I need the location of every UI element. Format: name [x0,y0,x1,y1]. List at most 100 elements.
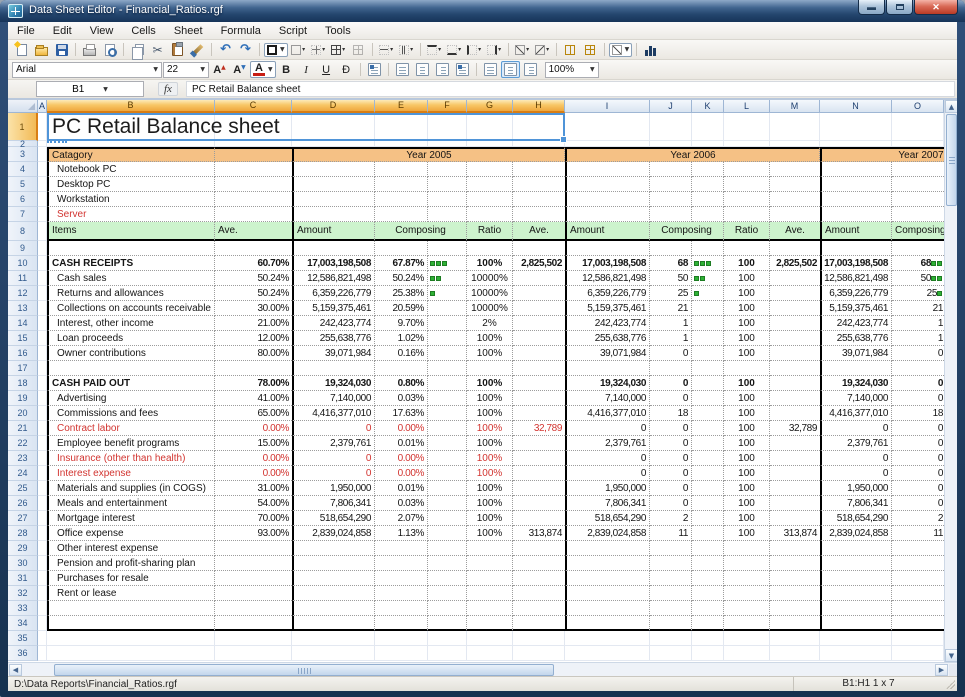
cell-K16[interactable] [692,346,724,361]
name-box[interactable]: B1▼ [36,81,144,97]
cell-J11[interactable]: 50 [650,271,692,286]
cell-F24[interactable] [428,466,467,481]
cell-L1[interactable] [724,113,770,141]
cell-I1[interactable] [565,113,650,141]
format-painter-button[interactable] [188,41,207,58]
cell-E9[interactable] [375,241,428,256]
cell-A30[interactable] [38,556,47,571]
cell-C13[interactable]: 30.00% [215,301,292,316]
cell-H20[interactable] [513,406,565,421]
cell-G5[interactable] [467,177,513,192]
cell-L27[interactable]: 100 [724,511,770,526]
cell-F31[interactable] [428,571,467,586]
cell-F16[interactable] [428,346,467,361]
cell-C36[interactable] [215,646,292,661]
band-year-2006[interactable]: Year 2006 [565,147,820,162]
cell-E19[interactable]: 0.03% [375,391,428,406]
row-header-19[interactable]: 19 [8,391,38,406]
cell-J19[interactable]: 0 [650,391,692,406]
cell-L16[interactable]: 100 [724,346,770,361]
cell-I16[interactable]: 39,071,984 [565,346,650,361]
row-header-7[interactable]: 7 [8,207,38,222]
cell-B12[interactable]: Returns and allowances [47,286,215,301]
cell-H12[interactable] [513,286,565,301]
border-cross-button[interactable]: ▾ [309,41,328,58]
align-justify-button[interactable] [453,61,472,78]
cell-K36[interactable] [692,646,724,661]
cell-A34[interactable] [38,616,47,631]
row-header-36[interactable]: 36 [8,646,38,661]
cell-B35[interactable] [47,631,215,646]
band-year-2005[interactable]: Year 2005 [292,147,565,162]
cell-C23[interactable]: 0.00% [215,451,292,466]
cell-F5[interactable] [428,177,467,192]
cell-I29[interactable] [565,541,650,556]
cell-N31[interactable] [820,571,892,586]
cell-N1[interactable] [820,113,892,141]
cell-H16[interactable] [513,346,565,361]
cell-E36[interactable] [375,646,428,661]
cell-M35[interactable] [770,631,820,646]
cell-M24[interactable] [770,466,820,481]
cell-N20[interactable]: 4,416,377,010 [820,406,892,421]
menu-view[interactable]: View [81,24,123,38]
cell-M16[interactable] [770,346,820,361]
cell-I31[interactable] [565,571,650,586]
cell-I11[interactable]: 12,586,821,498 [565,271,650,286]
zoom-combo[interactable]: 100%▼ [545,62,599,78]
cell-I26[interactable]: 7,806,341 [565,496,650,511]
row-header-16[interactable]: 16 [8,346,38,361]
cell-B22[interactable]: Employee benefit programs [47,436,215,451]
cell-M26[interactable] [770,496,820,511]
cell-J20[interactable]: 18 [650,406,692,421]
align-left-button[interactable] [393,61,412,78]
cell-J27[interactable]: 2 [650,511,692,526]
cell-B15[interactable]: Loan proceeds [47,331,215,346]
cell-E22[interactable]: 0.01% [375,436,428,451]
cell-M23[interactable] [770,451,820,466]
cell-J26[interactable]: 0 [650,496,692,511]
cell-F23[interactable] [428,451,467,466]
cell-B5[interactable]: Desktop PC [47,177,215,192]
cell-H13[interactable] [513,301,565,316]
cell-M36[interactable] [770,646,820,661]
cell-D33[interactable] [292,601,375,616]
cell-A7[interactable] [38,207,47,222]
cell-M22[interactable] [770,436,820,451]
cell-L25[interactable]: 100 [724,481,770,496]
cell-N29[interactable] [820,541,892,556]
cell-N28[interactable]: 2,839,024,858 [820,526,892,541]
cell-B13[interactable]: Collections on accounts receivable [47,301,215,316]
cell-M5[interactable] [770,177,820,192]
col-header-C[interactable]: C [215,100,292,113]
cell-K33[interactable] [692,601,724,616]
cell-J29[interactable] [650,541,692,556]
fx-button[interactable]: fx [158,82,178,96]
border-right-button[interactable]: ▾ [485,41,504,58]
cell-M6[interactable] [770,192,820,207]
row-header-34[interactable]: 34 [8,616,38,631]
cell-K31[interactable] [692,571,724,586]
cell-D21[interactable]: 0 [292,421,375,436]
align-top-button[interactable] [481,61,500,78]
cell-L20[interactable]: 100 [724,406,770,421]
cell-L22[interactable]: 100 [724,436,770,451]
cell-I36[interactable] [565,646,650,661]
scroll-right-icon[interactable]: ▶ [935,664,948,676]
cell-G30[interactable] [467,556,513,571]
cell-B7[interactable]: Server [47,207,215,222]
font-family-combo[interactable]: Arial▼ [12,62,162,78]
cell-I27[interactable]: 518,654,290 [565,511,650,526]
col-header-N[interactable]: N [820,100,892,113]
cell-M18[interactable] [770,376,820,391]
cell-F34[interactable] [428,616,467,631]
menu-sheet[interactable]: Sheet [165,24,212,38]
diagonal-border-combo[interactable]: ▼ [609,43,633,57]
resize-grip-icon[interactable] [943,677,957,691]
cell-I20[interactable]: 4,416,377,010 [565,406,650,421]
cell-E31[interactable] [375,571,428,586]
cell-C5[interactable] [215,177,292,192]
row-header-11[interactable]: 11 [8,271,38,286]
cell-J31[interactable] [650,571,692,586]
cell-L31[interactable] [724,571,770,586]
